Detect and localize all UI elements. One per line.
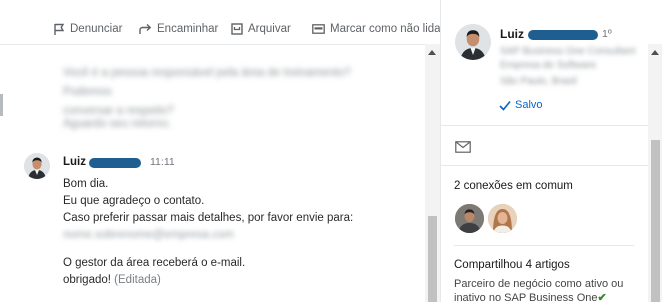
previous-message-text: Você é a pessoa responsável pela área de… [63,64,393,121]
profile-location: São Paulo, Brasil [500,76,577,87]
mutual-connection-avatar[interactable] [454,203,485,234]
shared-articles-title[interactable]: Compartilhou 4 artigos [454,259,570,271]
message-toolbar: Denunciar Encaminhar Arquivar Marcar com… [0,0,441,45]
report-button[interactable]: Denunciar [53,21,122,37]
mark-unread-label: Marcar como não lida [330,23,441,35]
shared-article-link[interactable]: Parceiro de negócio como ativo ou inativ… [454,277,639,305]
redacted-email: nome.sobrenome@empresa.com [63,229,234,241]
previous-message-line: Aguardo seu retorno. [63,118,172,130]
previous-message-closing: Aguardo seu retorno. [63,115,393,134]
avatar-photo-icon [455,24,491,60]
name-redaction [89,158,141,168]
edited-label: (Editada) [114,274,161,286]
message-signoff-line: obrigado! (Editada) [63,272,423,289]
profile-scrollbar[interactable] [648,44,662,302]
avatar-photo-icon [488,204,517,233]
conversation-scrollbar[interactable] [425,44,440,302]
report-label: Denunciar [70,23,123,35]
connection-degree: 1º [602,28,612,40]
saved-label: Salvo [515,99,543,111]
checkmark-icon [499,100,511,111]
profile-company: Empresa de Software [500,60,597,71]
mutual-connection-avatar[interactable] [487,203,518,234]
divider [441,165,648,166]
scrollbar-thumb[interactable] [428,216,437,302]
scroll-up-icon[interactable] [428,50,436,55]
forward-arrow-icon [139,23,152,34]
scroll-up-icon[interactable] [651,50,659,55]
mail-icon[interactable] [455,140,471,158]
message-line: Bom dia. [63,178,109,190]
profile-avatar[interactable] [455,24,491,60]
conversation-pane: Denunciar Encaminhar Arquivar Marcar com… [0,0,441,302]
sender-name[interactable]: Luiz [63,156,86,168]
panel-edge-marker [0,94,3,116]
forward-button[interactable]: Encaminhar [139,21,218,37]
profile-first-name[interactable]: Luiz [500,27,524,41]
message-line: Eu que agradeço o contato. [63,195,205,207]
message-body: Bom dia. Eu que agradeço o contato. Caso… [63,176,423,289]
archive-label: Arquivar [248,23,291,35]
saved-button[interactable]: Salvo [499,99,543,111]
mark-unread-button[interactable]: Marcar como não lida [312,21,441,37]
message-header: Luiz 11:11 [63,156,175,168]
avatar-photo-icon [24,153,50,179]
archive-icon [231,23,243,35]
name-redaction [528,30,598,40]
previous-message-line: Você é a pessoa responsável pela área de… [63,67,351,98]
mutual-connections-title[interactable]: 2 conexões em comum [454,180,573,192]
sender-avatar[interactable] [24,153,50,179]
divider [454,245,634,246]
scrollbar-thumb[interactable] [651,140,660,302]
envelope-icon [312,24,325,34]
profile-name[interactable]: Luiz 1º [500,27,612,41]
profile-pane: Luiz 1º SAP Business One Consultant Empr… [440,0,662,305]
archive-button[interactable]: Arquivar [231,21,291,37]
message-signoff: obrigado! [63,274,111,286]
divider [441,125,648,126]
profile-headline: SAP Business One Consultant [500,46,636,57]
message-line: Caso preferir passar mais detalhes, por … [63,212,354,224]
check-mark-icon: ✔ [597,292,607,304]
message-time: 11:11 [150,156,175,168]
forward-label: Encaminhar [157,23,219,35]
avatar-photo-icon [455,204,484,233]
message-line: O gestor da área receberá o e-mail. [63,257,246,269]
flag-icon [54,23,65,35]
